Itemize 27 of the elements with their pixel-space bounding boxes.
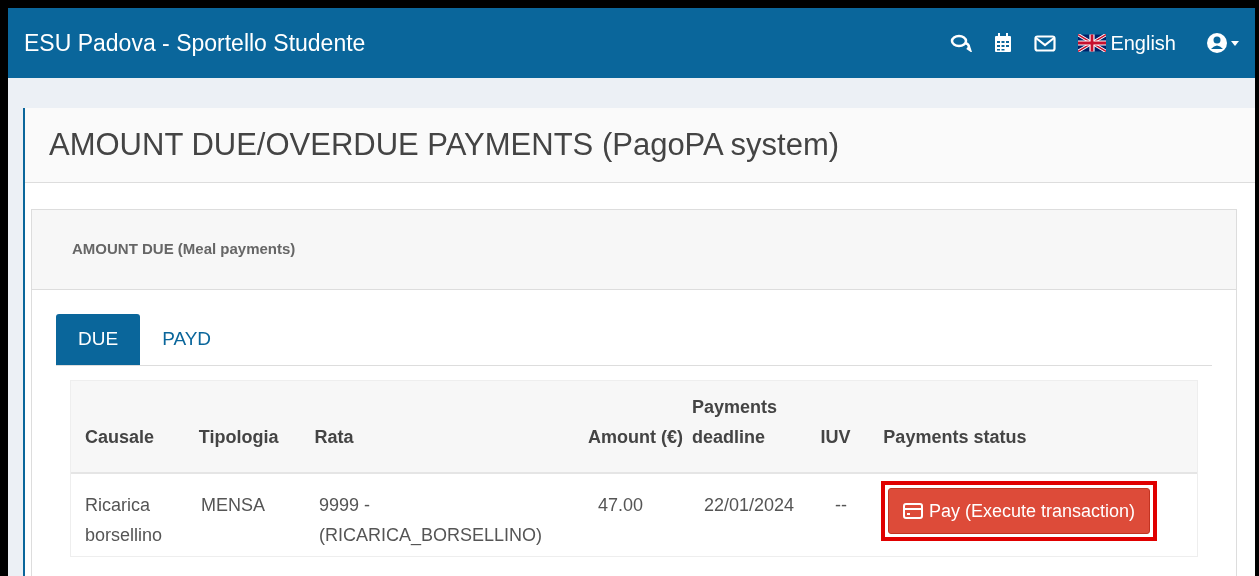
column-header: Payments status bbox=[883, 426, 1028, 449]
column-header: Rata bbox=[314, 426, 355, 449]
tab[interactable]: DUE bbox=[56, 314, 141, 365]
table-cell-text: Ricarica borsellino bbox=[85, 494, 164, 547]
user-menu-button[interactable] bbox=[1206, 32, 1239, 54]
pay-button[interactable]: Pay (Execute transaction) bbox=[888, 488, 1151, 534]
column-header: Amount (€) bbox=[588, 426, 684, 449]
mail-icon[interactable] bbox=[1034, 34, 1057, 52]
column-header: Causale bbox=[85, 426, 156, 449]
flag-icon bbox=[1078, 34, 1107, 52]
page-title: AMOUNT DUE/OVERDUE PAYMENTS (PagoPA system) bbox=[49, 125, 840, 164]
column-header: Tipologia bbox=[198, 426, 280, 449]
table-cell-text: -- bbox=[835, 494, 848, 517]
app-title: ESU Padova - Sportello Studente bbox=[24, 28, 366, 58]
table-cell-text: 22/01/2024 bbox=[704, 494, 796, 517]
language-button[interactable]: English bbox=[1078, 28, 1176, 58]
table-cell-text: 9999 - (RICARICA_BORSELLINO) bbox=[319, 494, 544, 548]
table-cell-text: MENSA bbox=[201, 494, 266, 517]
tab[interactable]: PAYD bbox=[140, 314, 234, 365]
panel-title: AMOUNT DUE (Meal payments) bbox=[72, 239, 296, 260]
credit-card-icon bbox=[903, 503, 923, 519]
caret-icon bbox=[1231, 40, 1239, 46]
calendar-icon[interactable] bbox=[994, 33, 1013, 53]
column-header: Payments deadline bbox=[692, 396, 779, 449]
user-icon bbox=[1206, 32, 1228, 54]
table-cell-text: 47.00 bbox=[598, 494, 645, 517]
column-header: IUV bbox=[820, 426, 852, 449]
